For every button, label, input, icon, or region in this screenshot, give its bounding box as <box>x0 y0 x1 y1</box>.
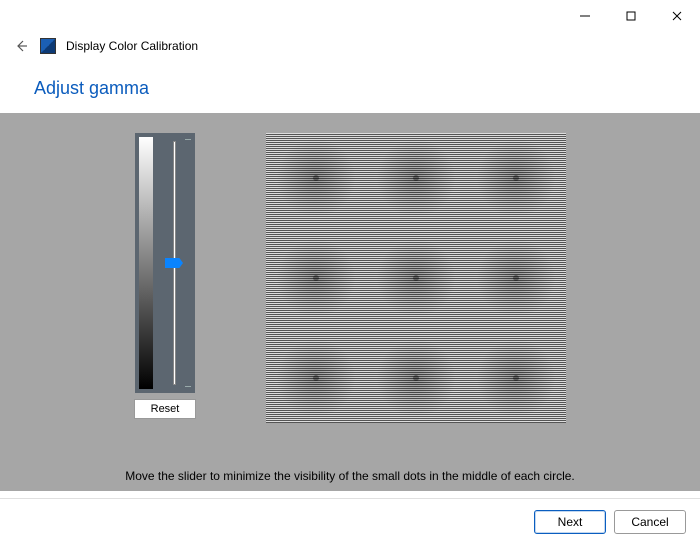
gradient-strip <box>139 137 153 389</box>
instruction-text: Move the slider to minimize the visibili… <box>0 469 700 483</box>
close-button[interactable] <box>654 0 700 32</box>
gamma-test-pattern <box>266 133 566 423</box>
content-area: Reset Move the slider to minimize the vi… <box>0 113 700 491</box>
maximize-button[interactable] <box>608 0 654 32</box>
app-icon <box>40 38 56 54</box>
reset-button[interactable]: Reset <box>134 399 196 419</box>
gamma-slider[interactable] <box>157 137 191 389</box>
titlebar <box>0 0 700 32</box>
gamma-slider-column: Reset <box>134 133 196 419</box>
app-title: Display Color Calibration <box>66 39 198 53</box>
header: Display Color Calibration <box>0 32 700 60</box>
slider-thumb[interactable] <box>165 258 183 268</box>
page-title: Adjust gamma <box>0 60 700 113</box>
minimize-button[interactable] <box>562 0 608 32</box>
footer: Next Cancel <box>0 498 700 544</box>
slider-tick-top <box>185 139 191 140</box>
gamma-slider-box <box>135 133 195 393</box>
slider-tick-bottom <box>185 386 191 387</box>
back-arrow-icon[interactable] <box>12 37 30 55</box>
cancel-button[interactable]: Cancel <box>614 510 686 534</box>
next-button[interactable]: Next <box>534 510 606 534</box>
